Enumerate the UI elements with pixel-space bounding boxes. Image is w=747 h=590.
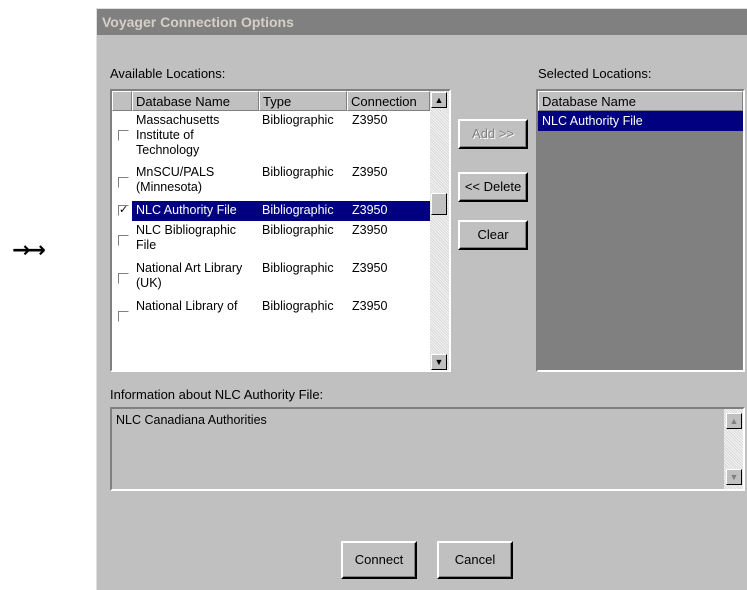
connection-options-dialog: Voyager Connection Options Available Loc… [96,8,747,590]
selected-locations-label: Selected Locations: [538,66,652,81]
column-header-connection[interactable]: Connection [347,91,430,111]
info-label: Information about NLC Authority File: [110,387,324,402]
available-locations-grid: Database Name Type Connection Massachuse… [112,91,430,370]
available-list-scrollbar[interactable] [430,91,449,370]
table-row-selected[interactable]: ✓ NLC Authority File Bibliographic Z3950 [112,201,430,221]
row-type: Bibliographic [262,165,334,179]
row-type: Bibliographic [262,223,334,237]
row-connection: Z3950 [352,165,388,179]
row-type: Bibliographic [262,203,334,218]
row-connection: Z3950 [352,299,388,313]
table-row[interactable]: NLC Bibliographic File Bibliographic Z39… [112,221,430,259]
selected-column-header[interactable]: Database Name [538,91,743,111]
row-connection: Z3950 [352,223,388,237]
connect-button[interactable]: Connect [341,541,417,579]
add-button[interactable]: Add >> [458,119,528,149]
available-locations-list[interactable]: Database Name Type Connection Massachuse… [110,89,451,372]
column-header-database-name[interactable]: Database Name [132,91,259,111]
delete-button[interactable]: << Delete [458,172,528,202]
info-textarea[interactable]: NLC Canadiana Authorities ▲ ▼ [110,407,745,491]
row-database-name: National Library of [136,299,238,313]
info-scroll-down-arrow-icon[interactable]: ▼ [726,469,742,485]
table-row[interactable]: MnSCU/PALS (Minnesota) Bibliographic Z39… [112,163,430,201]
scroll-up-arrow-icon[interactable]: ▲ [431,92,447,108]
table-row[interactable]: National Library of Bibliographic Z3950 [112,297,430,337]
column-header-type[interactable]: Type [259,91,347,111]
dialog-title: Voyager Connection Options [97,9,747,35]
row-database-name: MnSCU/PALS (Minnesota) [136,165,215,194]
row-checkbox[interactable] [118,130,129,141]
row-checkbox[interactable] [118,235,129,246]
row-checkbox[interactable] [118,177,129,188]
row-type: Bibliographic [262,261,334,275]
info-text: NLC Canadiana Authorities [116,413,267,427]
row-database-name: NLC Authority File [136,203,237,218]
scroll-down-arrow-icon[interactable]: ▼ [431,354,447,370]
clear-button[interactable]: Clear [458,220,528,250]
row-checkbox[interactable] [118,273,129,284]
row-database-name: Massachusetts Institute of Technology [136,113,220,157]
row-checkbox[interactable] [118,311,129,322]
table-row[interactable]: Massachusetts Institute of Technology Bi… [112,111,430,163]
checkbox-column-header[interactable] [112,91,132,111]
info-scroll-up-arrow-icon[interactable]: ▲ [726,413,742,429]
row-checkbox-checked[interactable]: ✓ [118,205,129,216]
row-database-name: National Art Library (UK) [136,261,243,290]
selected-item[interactable]: NLC Authority File [538,111,743,131]
row-connection: Z3950 [352,113,388,127]
table-row[interactable]: National Art Library (UK) Bibliographic … [112,259,430,297]
selected-locations-list[interactable]: Database Name NLC Authority File [536,89,745,372]
arrow-indicator: →→ [12,238,46,263]
row-connection: Z3950 [352,203,388,218]
cancel-button[interactable]: Cancel [437,541,513,579]
row-connection: Z3950 [352,261,388,275]
row-type: Bibliographic [262,299,334,313]
scrollbar-thumb[interactable] [431,193,447,215]
available-locations-label: Available Locations: [110,66,226,81]
row-type: Bibliographic [262,113,334,127]
row-database-name: NLC Bibliographic File [136,223,237,252]
